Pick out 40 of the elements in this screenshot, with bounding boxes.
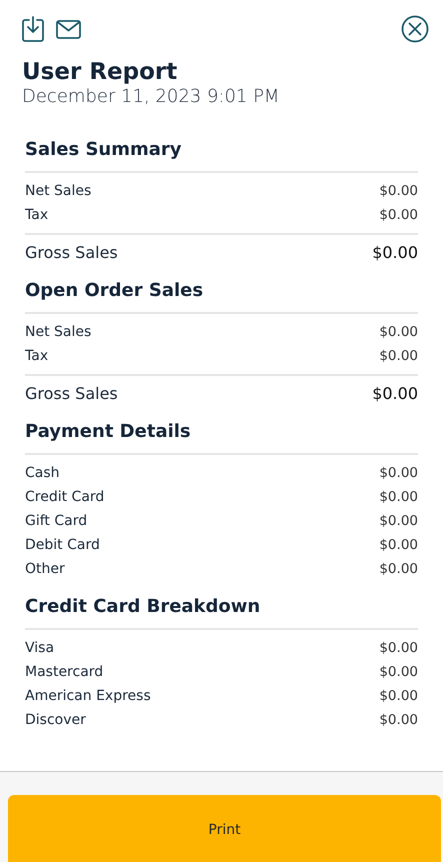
row-label: American Express [25, 688, 151, 704]
row-value: $0.00 [372, 242, 418, 262]
row-label: Other [25, 561, 65, 577]
row-value: $0.00 [379, 664, 418, 680]
row-value: $0.00 [379, 207, 418, 223]
row-label: Mastercard [25, 664, 104, 680]
row-value: $0.00 [379, 348, 418, 364]
row-value: $0.00 [379, 712, 418, 728]
row-label: Tax [25, 207, 48, 223]
section-title: Payment Details [25, 420, 418, 455]
row-label: Gift Card [25, 513, 88, 529]
row-label: Discover [25, 712, 86, 728]
download-icon[interactable] [22, 16, 44, 42]
row-value: $0.00 [372, 384, 418, 402]
section-title: Credit Card Breakdown [25, 595, 418, 630]
row-value: $0.00 [379, 324, 418, 340]
row-label: Net Sales [25, 183, 92, 199]
row-label: Visa [25, 640, 54, 656]
row-label: Net Sales [25, 324, 92, 340]
row-value: $0.00 [379, 640, 418, 656]
row-value: $0.00 [379, 513, 418, 529]
section-title: Sales Summary [25, 138, 418, 173]
print-button[interactable]: Print [8, 795, 441, 862]
row-value: $0.00 [379, 465, 418, 481]
close-icon[interactable] [401, 15, 429, 43]
row-label: Tax [25, 348, 48, 364]
row-label: Gross Sales [25, 242, 118, 262]
row-value: $0.00 [379, 489, 418, 505]
section-title: Open Order Sales [25, 279, 418, 314]
row-value: $0.00 [379, 537, 418, 553]
report-title: User Report [22, 58, 178, 86]
row-label: Cash [25, 465, 60, 481]
row-label: Credit Card [25, 489, 104, 505]
row-value: $0.00 [379, 688, 418, 704]
report-date: December 11, 2023 9:01 PM [22, 86, 280, 108]
row-value: $0.00 [379, 183, 418, 199]
row-value: $0.00 [379, 561, 418, 577]
row-label: Gross Sales [25, 384, 118, 402]
mail-icon[interactable] [56, 20, 81, 38]
row-label: Debit Card [25, 537, 100, 553]
